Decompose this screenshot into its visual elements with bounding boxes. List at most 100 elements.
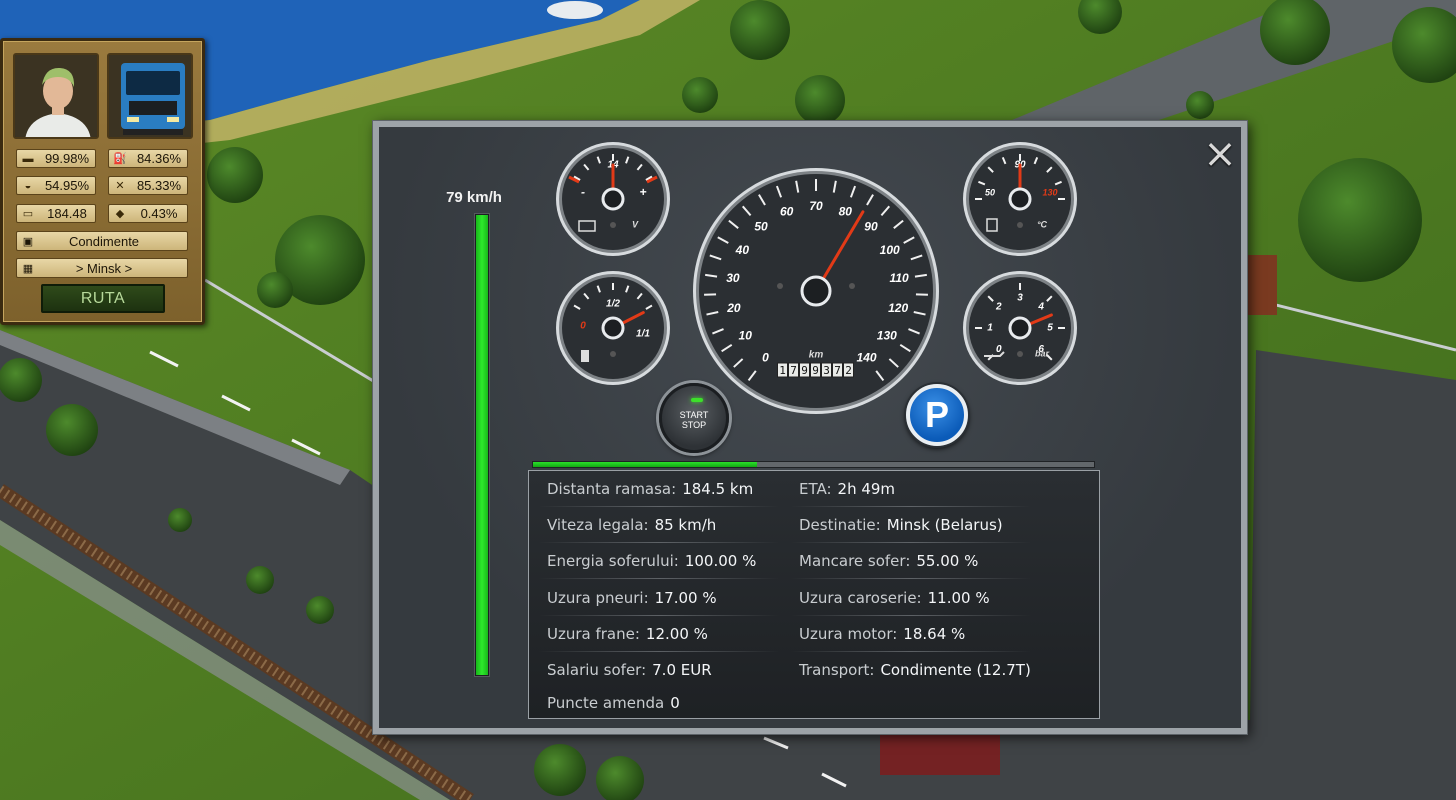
info-value: 85 km/h: [654, 516, 717, 534]
info-value: 100.00 %: [684, 552, 757, 570]
info-value: 11.00 %: [927, 589, 990, 607]
cargo-box-icon: ▣: [22, 235, 34, 248]
coolant-temperature-gauge: 5090130°C: [963, 142, 1077, 256]
oil-pressure-gauge: 0123456bar: [963, 271, 1077, 385]
truck-dashboard-dialog: × 79 km/h 14-+V 01/21/1 0102030405060708…: [373, 121, 1247, 734]
driver-status-panel: ▬ 99.98% ⛽ 84.36% ◒ 54.95% ✕ 85.33% ▭ 18…: [0, 38, 205, 325]
info-row: Viteza legala: 85 km/h: [547, 507, 787, 543]
speedometer-tick-label: 140: [857, 350, 877, 364]
speedometer-tick-label: 10: [739, 328, 753, 342]
info-value: Minsk (Belarus): [886, 516, 1003, 534]
close-icon[interactable]: ×: [1202, 134, 1238, 174]
gauge-label: +: [639, 185, 646, 199]
driver-avatar[interactable]: [13, 53, 99, 139]
info-row: Distanta ramasa: 184.5 km: [547, 471, 787, 507]
destination-field[interactable]: ▦ > Minsk >: [16, 258, 188, 278]
info-value: 7.0 EUR: [652, 661, 712, 679]
odometer-digit: 3: [823, 364, 830, 377]
info-label: Mancare sofer:: [799, 552, 911, 570]
start-stop-label: START STOP: [679, 410, 709, 430]
trip-info-table: Distanta ramasa: 184.5 km Viteza legala: 85…: [528, 470, 1100, 719]
odometer-digit: 9: [801, 364, 808, 377]
bed-icon: ▬: [22, 152, 34, 165]
info-label: Uzura frane:: [547, 625, 640, 643]
info-row: Destinatie: Minsk (Belarus): [799, 507, 1039, 543]
odometer-digit: 7: [790, 364, 797, 377]
info-label: Uzura motor:: [799, 625, 898, 643]
food-stat: ◒ 54.95%: [16, 176, 96, 195]
speedometer-tick-label: 40: [735, 243, 750, 257]
info-row: Uzura motor: 18.64 %: [799, 616, 1039, 652]
speedometer-tick-label: 60: [780, 204, 794, 218]
cargo-field: ▣ Condimente: [16, 231, 188, 251]
info-row: Energia soferului: 100.00 %: [547, 543, 787, 579]
gauge-label: °C: [1037, 219, 1048, 229]
gauge-label: 130: [1042, 187, 1057, 197]
speedometer-unit: km: [809, 350, 824, 361]
map-icon: ▦: [22, 262, 34, 275]
info-value: 55.00 %: [916, 552, 979, 570]
gauge-label: 0: [996, 344, 1002, 355]
repair-stat: ✕ 85.33%: [108, 176, 188, 195]
gauge-label: 0: [580, 321, 586, 332]
info-value: 184.5 km: [682, 480, 754, 498]
gauge-label: 5: [1047, 323, 1053, 334]
trip-progress-bar: [532, 461, 1095, 468]
parking-button[interactable]: P: [906, 384, 968, 446]
wrench-icon: ✕: [115, 180, 125, 192]
speedometer-tick-label: 120: [888, 301, 908, 315]
info-value: Condimente (12.7T): [880, 661, 1031, 679]
info-value: 0: [670, 694, 680, 712]
speed-bar-fill: [476, 215, 488, 675]
info-label: Destinatie:: [799, 516, 881, 534]
route-button[interactable]: RUTA: [41, 284, 165, 313]
truck-avatar[interactable]: [107, 53, 193, 139]
dashboard-panel: × 79 km/h 14-+V 01/21/1 0102030405060708…: [379, 127, 1241, 728]
speedometer-gauge: 0102030405060 70 8090100110120130140km1 7 9 9…: [693, 168, 939, 414]
building: [1247, 255, 1277, 315]
info-label: Uzura caroserie:: [799, 589, 922, 607]
info-row: ETA: 2h 49m: [799, 471, 1039, 507]
info-label: Transport:: [799, 661, 875, 679]
info-label: Uzura pneuri:: [547, 589, 649, 607]
odometer-digit: 1: [779, 364, 786, 377]
fuel-level-gauge: 0 1/2 1/1: [556, 271, 670, 385]
gauge-label: 4: [1037, 301, 1044, 312]
driver-energy-stat: ▬ 99.98%: [16, 149, 96, 168]
speedometer-tick-label: 0: [762, 350, 769, 364]
info-label: Puncte amenda: [547, 694, 665, 712]
gauge-label: V: [632, 219, 639, 229]
row-divider: [791, 578, 1031, 579]
info-row: Uzura caroserie: 11.00 %: [799, 580, 1039, 616]
trip-progress-fill: [533, 462, 758, 467]
speedometer-tick-label: 80: [839, 204, 853, 218]
info-label: ETA:: [799, 480, 832, 498]
info-value: 12.00 %: [645, 625, 708, 643]
info-row: Transport: Condimente (12.7T): [799, 652, 1039, 688]
info-value: 18.64 %: [903, 625, 966, 643]
gauge-label: -: [581, 185, 585, 199]
start-stop-button[interactable]: START STOP: [659, 383, 729, 453]
money-icon: ▭: [22, 208, 34, 220]
fuel-pump-icon: ⛽: [113, 153, 127, 165]
odometer-digit: 2: [845, 364, 852, 377]
info-label: Energia soferului:: [547, 552, 679, 570]
boat: [547, 1, 603, 19]
gauge-label: 2: [995, 301, 1002, 312]
speedometer-tick-label: 130: [877, 328, 897, 342]
gauge-label: 1/2: [606, 299, 620, 310]
speedometer-tick-label: 50: [754, 220, 768, 234]
gauge-label: 50: [985, 187, 995, 197]
info-value: 17.00 %: [654, 589, 717, 607]
info-row: Salariu sofer: 7.0 EUR: [547, 652, 787, 688]
fuel-pump-icon: [581, 350, 589, 362]
info-row: Uzura frane: 12.00 %: [547, 616, 787, 652]
speedometer-tick-label: 70: [809, 199, 823, 213]
highway-right: [1250, 350, 1456, 720]
row-divider: [539, 578, 779, 579]
truck-damage-icon: ◆: [115, 208, 125, 220]
gauge-label: 1/1: [636, 329, 650, 340]
speedometer-tick-label: 20: [726, 301, 741, 315]
speedometer-tick-label: 100: [880, 243, 900, 257]
info-row: Puncte amenda 0: [547, 685, 787, 721]
